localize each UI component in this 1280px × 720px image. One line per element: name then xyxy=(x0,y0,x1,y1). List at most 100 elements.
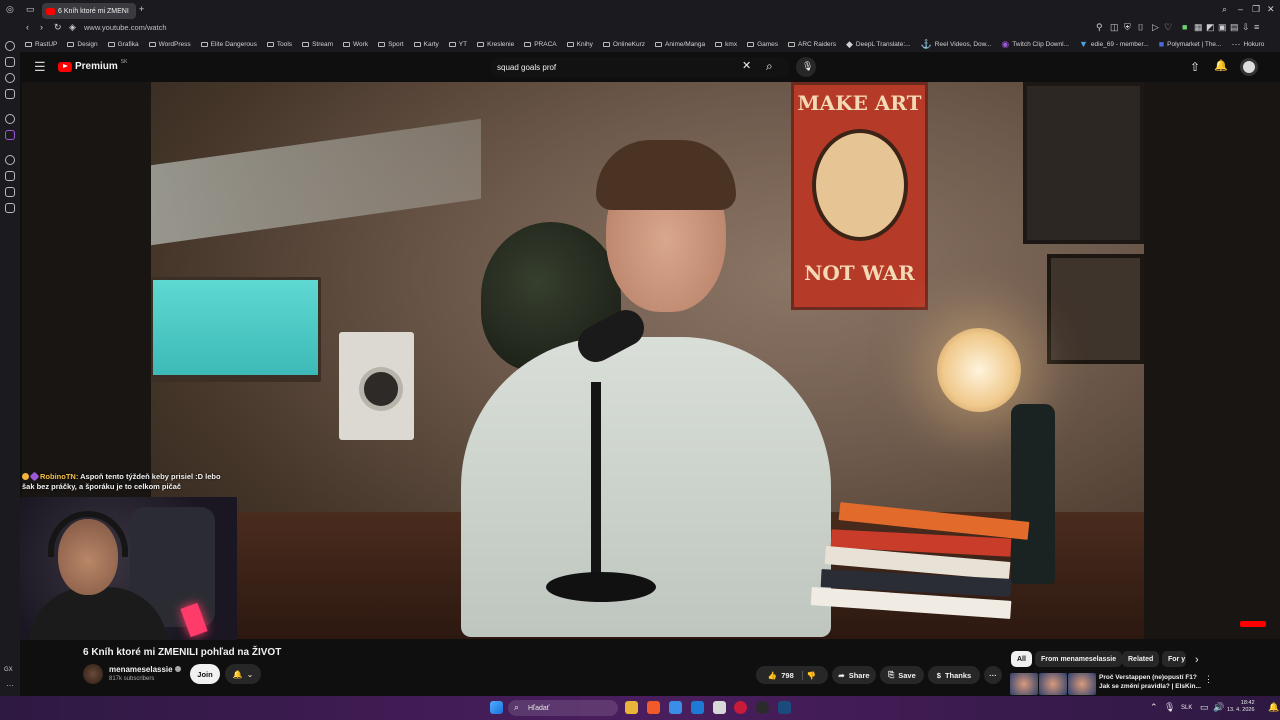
chip-all[interactable]: All xyxy=(1011,651,1032,667)
search-input[interactable]: squad goals prof ✕ ⌕ xyxy=(490,57,790,77)
chip-from-channel[interactable]: From menameselassie xyxy=(1035,651,1123,667)
bookmarks-icon[interactable] xyxy=(5,171,15,181)
extension-icon[interactable]: ▦ xyxy=(1194,23,1203,32)
forward-icon[interactable]: › xyxy=(40,23,43,32)
bookmark-folder[interactable]: Games xyxy=(742,38,783,51)
steam-icon[interactable] xyxy=(778,701,791,714)
close-window-icon[interactable]: ✕ xyxy=(1267,5,1275,14)
extension-icon[interactable]: ■ xyxy=(1182,23,1187,32)
upload-icon[interactable]: ⇧ xyxy=(1190,61,1200,73)
tabs-menu-icon[interactable]: ▭ xyxy=(26,5,35,14)
download-icon[interactable]: ⇩ xyxy=(1242,23,1250,32)
clear-search-icon[interactable]: ✕ xyxy=(742,61,751,72)
extension-icon[interactable]: ◩ xyxy=(1206,23,1215,32)
subscribe-watermark[interactable] xyxy=(1240,621,1266,627)
bookmark-folder[interactable]: YT xyxy=(444,38,472,51)
network-icon[interactable]: ▭ xyxy=(1200,703,1209,712)
browser-logo-icon[interactable]: ◎ xyxy=(6,5,14,14)
more-actions-button[interactable]: ··· xyxy=(984,666,1002,684)
subscription-bell-button[interactable]: 🔔 ⌄ xyxy=(225,664,261,684)
thanks-button[interactable]: $ Thanks xyxy=(928,666,980,684)
gx-icon[interactable]: GX xyxy=(4,667,13,673)
join-button[interactable]: Join xyxy=(190,664,220,684)
save-button[interactable]: ⎘ Save xyxy=(880,666,924,684)
bookmark-folder[interactable]: Tools xyxy=(262,38,297,51)
youtube-logo[interactable]: Premium SK xyxy=(58,59,127,72)
opera-gx-icon[interactable] xyxy=(734,701,747,714)
more-icon[interactable]: ··· xyxy=(6,682,14,690)
chip-for-you[interactable]: For y xyxy=(1162,651,1186,667)
bookmark-folder[interactable]: ARC Raiders xyxy=(783,38,841,51)
instagram-icon[interactable] xyxy=(5,73,15,83)
tray-expand-icon[interactable]: ⌃ xyxy=(1150,703,1158,712)
windows-start-icon[interactable] xyxy=(490,701,503,714)
account-avatar[interactable] xyxy=(1240,58,1258,76)
bookmark-folder[interactable]: Stream xyxy=(297,38,338,51)
player-icon[interactable] xyxy=(5,155,15,165)
play-icon[interactable]: ▷ xyxy=(1152,23,1159,32)
shield-icon[interactable]: ⛨ xyxy=(1124,23,1131,32)
bookmark-folder[interactable]: kmx xyxy=(710,38,742,51)
heart-icon[interactable]: ♡ xyxy=(1164,23,1172,32)
settings-icon[interactable] xyxy=(5,114,15,124)
dislike-button[interactable]: 👎 xyxy=(807,671,816,680)
bookmark-folder[interactable]: Kreslenie xyxy=(472,38,519,51)
taskbar-search[interactable]: ⌕ Hľadať xyxy=(508,700,618,716)
brave-icon[interactable] xyxy=(647,701,660,714)
twitch-icon[interactable] xyxy=(5,130,15,140)
menu-icon[interactable]: ≡ xyxy=(1254,23,1259,32)
site-info-icon[interactable]: ◈ xyxy=(69,23,76,32)
bookmark-folder[interactable]: Work xyxy=(338,38,373,51)
store-icon[interactable] xyxy=(691,701,704,714)
language-indicator[interactable]: SLK xyxy=(1181,705,1192,711)
calendar-icon[interactable] xyxy=(713,701,726,714)
recommendation-thumbnail[interactable] xyxy=(1010,673,1096,695)
mic-tray-icon[interactable]: 🎙 xyxy=(1164,703,1175,712)
bookmark-folder[interactable]: Sport xyxy=(373,38,409,51)
downloads-icon[interactable] xyxy=(5,203,15,213)
messenger-icon[interactable] xyxy=(5,57,15,67)
reload-icon[interactable]: ↻ xyxy=(54,23,62,32)
chip-related[interactable]: Related xyxy=(1122,651,1160,667)
bookmark-folder[interactable]: OnlineKurz xyxy=(598,38,650,51)
history-icon[interactable] xyxy=(5,187,15,197)
bookmark-folder[interactable]: WordPress xyxy=(144,38,196,51)
bookmark-folder[interactable]: Knihy xyxy=(562,38,598,51)
bookmark-folder[interactable]: Design xyxy=(62,38,102,51)
bookmark-link[interactable]: ■ Polymarket | The... xyxy=(1154,38,1227,51)
new-tab-icon[interactable]: + xyxy=(139,5,144,14)
extension-icon[interactable]: ◫ xyxy=(1110,23,1119,32)
recommendation-title[interactable]: Proč Verstappen (ne)opustí F1? Jak se zm… xyxy=(1099,673,1203,691)
bookmark-folder[interactable]: Elite Dangerous xyxy=(196,38,262,51)
minimize-icon[interactable]: – xyxy=(1238,5,1243,14)
channel-avatar[interactable] xyxy=(83,664,103,684)
file-explorer-icon[interactable] xyxy=(625,701,638,714)
maximize-icon[interactable]: ❐ xyxy=(1252,5,1260,14)
share-button[interactable]: ➦ Share xyxy=(832,666,876,684)
extension-icon[interactable]: ▤ xyxy=(1230,23,1239,32)
bookmark-folder[interactable]: Grafika xyxy=(103,38,144,51)
bookmark-link[interactable]: ◉ Twitch Clip Downl... xyxy=(996,38,1074,51)
discord-icon[interactable] xyxy=(5,89,15,99)
volume-icon[interactable]: 🔊 xyxy=(1213,703,1224,712)
obs-icon[interactable] xyxy=(756,701,769,714)
search-icon[interactable]: ⌕ xyxy=(766,60,773,72)
camera-icon[interactable]: ⌷ xyxy=(1138,23,1143,32)
home-icon[interactable] xyxy=(5,41,15,51)
extension-icon[interactable]: ⚲ xyxy=(1096,23,1103,32)
notification-center-icon[interactable]: 🔔 xyxy=(1268,703,1279,712)
bookmark-link[interactable]: ⚓ Reel Videos, Dow... xyxy=(916,38,997,51)
bookmark-link[interactable]: ▼ edie_69 - member... xyxy=(1074,38,1154,51)
hamburger-menu-icon[interactable]: ☰ xyxy=(34,60,46,73)
bookmark-folder[interactable]: PRACA xyxy=(519,38,561,51)
voice-search-button[interactable]: 🎙 xyxy=(796,57,816,77)
bookmark-link[interactable]: ◆ DeepL Translate:... xyxy=(841,38,916,51)
taskbar-clock[interactable]: 18:42 13. 4. 2026 xyxy=(1227,700,1255,714)
more-vertical-icon[interactable]: ⋮ xyxy=(1204,675,1213,684)
back-icon[interactable]: ‹ xyxy=(26,23,29,32)
bookmark-folder[interactable]: RastUP xyxy=(20,38,62,51)
chevron-right-icon[interactable]: › xyxy=(1195,655,1199,666)
photos-icon[interactable] xyxy=(669,701,682,714)
extension-icon[interactable]: ▣ xyxy=(1218,23,1227,32)
bookmark-link[interactable]: ··· Hokuro xyxy=(1226,38,1269,51)
